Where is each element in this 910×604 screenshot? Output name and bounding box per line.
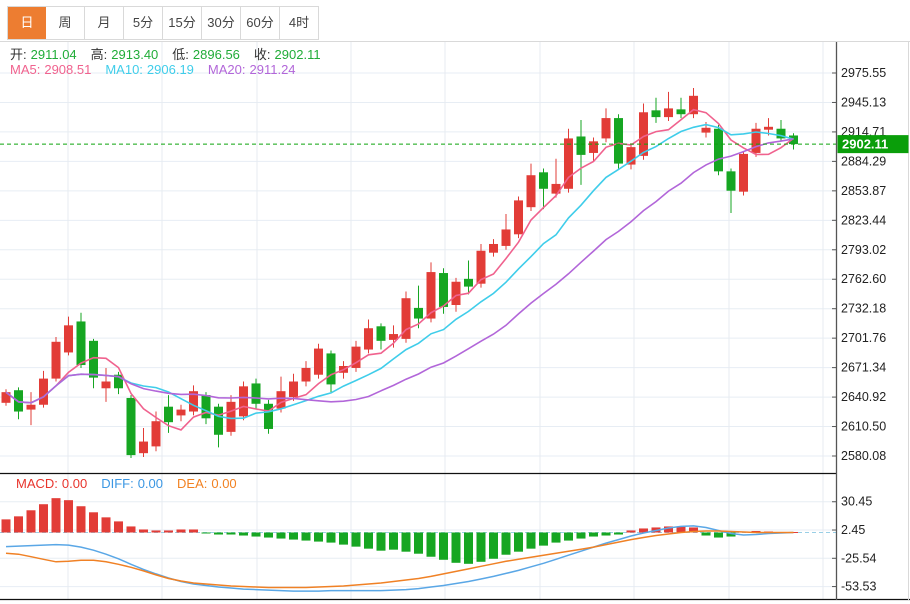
tab-timeframe-0[interactable]: 日: [8, 7, 46, 39]
indicator-value: 2906.19: [147, 62, 194, 77]
tab-timeframe-2[interactable]: 月: [85, 7, 124, 39]
timeframe-tabstrip: 日周月5分15分30分60分4时: [7, 6, 319, 40]
dea-line: [6, 531, 794, 588]
y-axis-tick: 2732.18: [841, 302, 886, 316]
indicator-label: 低:: [172, 47, 189, 62]
y-axis-tick: 2671.34: [841, 361, 886, 375]
indicator-label: DIFF:: [101, 476, 134, 491]
macd-axis-tick: -53.53: [841, 580, 876, 594]
y-axis-tick: 2884.29: [841, 154, 886, 168]
indicator-value: 2896.56: [193, 47, 240, 62]
indicator-value: 2913.40: [111, 47, 158, 62]
indicator-label: 收:: [254, 47, 271, 62]
tab-timeframe-6[interactable]: 60分: [241, 7, 280, 39]
y-axis-tick: 2975.55: [841, 66, 886, 80]
y-axis-tick: 2762.60: [841, 272, 886, 286]
tab-timeframe-1[interactable]: 周: [46, 7, 85, 39]
tab-timeframe-7[interactable]: 4时: [280, 7, 318, 39]
macd-axis-tick: 2.45: [841, 523, 865, 537]
ma10-line: [6, 125, 794, 419]
y-axis-tick: 2701.76: [841, 331, 886, 345]
indicator-label: 开:: [10, 47, 27, 62]
indicator-value: 0.00: [211, 476, 236, 491]
tab-timeframe-5[interactable]: 30分: [202, 7, 241, 39]
price-chart[interactable]: 2975.552945.132914.712884.292853.872823.…: [0, 0, 910, 604]
y-axis-tick: 2853.87: [841, 184, 886, 198]
indicator-value: 0.00: [138, 476, 163, 491]
indicator-label: MA10:: [105, 62, 143, 77]
tab-timeframe-4[interactable]: 15分: [163, 7, 202, 39]
indicator-value: 2902.11: [275, 47, 321, 62]
indicator-label: DEA:: [177, 476, 207, 491]
ohlc-readout: 开: 2911.04 高:2913.40 低: 2896.56 收: 2902.11: [10, 44, 335, 63]
candles-group: [2, 88, 799, 458]
y-axis-tick: 2610.50: [841, 420, 886, 434]
trading-chart-window: 2975.552945.132914.712884.292853.872823.…: [0, 0, 910, 604]
indicator-value: 2911.24: [250, 62, 296, 77]
indicator-label: MA5:: [10, 62, 40, 77]
y-axis-tick: 2640.92: [841, 390, 886, 404]
macd-histogram: [2, 498, 799, 564]
timeframe-tabbar: 日周月5分15分30分60分4时: [0, 0, 910, 42]
ma20-line: [6, 139, 794, 403]
y-axis-tick: 2823.44: [841, 213, 886, 227]
macd-axis-tick: 30.45: [841, 495, 872, 509]
y-axis-tick: 2793.02: [841, 243, 886, 257]
macd-readout: MACD: 0.00 DIFF: 0.00 DEA: 0.00: [16, 476, 251, 491]
indicator-value: 2911.04: [31, 47, 77, 62]
indicator-value: 2908.51: [44, 62, 91, 77]
y-axis-tick: 2580.08: [841, 449, 886, 463]
indicator-label: MACD:: [16, 476, 58, 491]
indicator-value: 0.00: [62, 476, 87, 491]
current-price-tag-value: 2902.11: [842, 137, 888, 152]
tab-timeframe-3[interactable]: 5分: [124, 7, 163, 39]
indicator-label: 高:: [91, 47, 108, 62]
indicator-label: MA20:: [208, 62, 246, 77]
y-axis-tick: 2945.13: [841, 95, 886, 109]
ma-readout: MA5: 2908.51 MA10: 2906.19 MA20: 2911.24: [10, 62, 310, 77]
macd-axis-tick: -25.54: [841, 551, 876, 565]
